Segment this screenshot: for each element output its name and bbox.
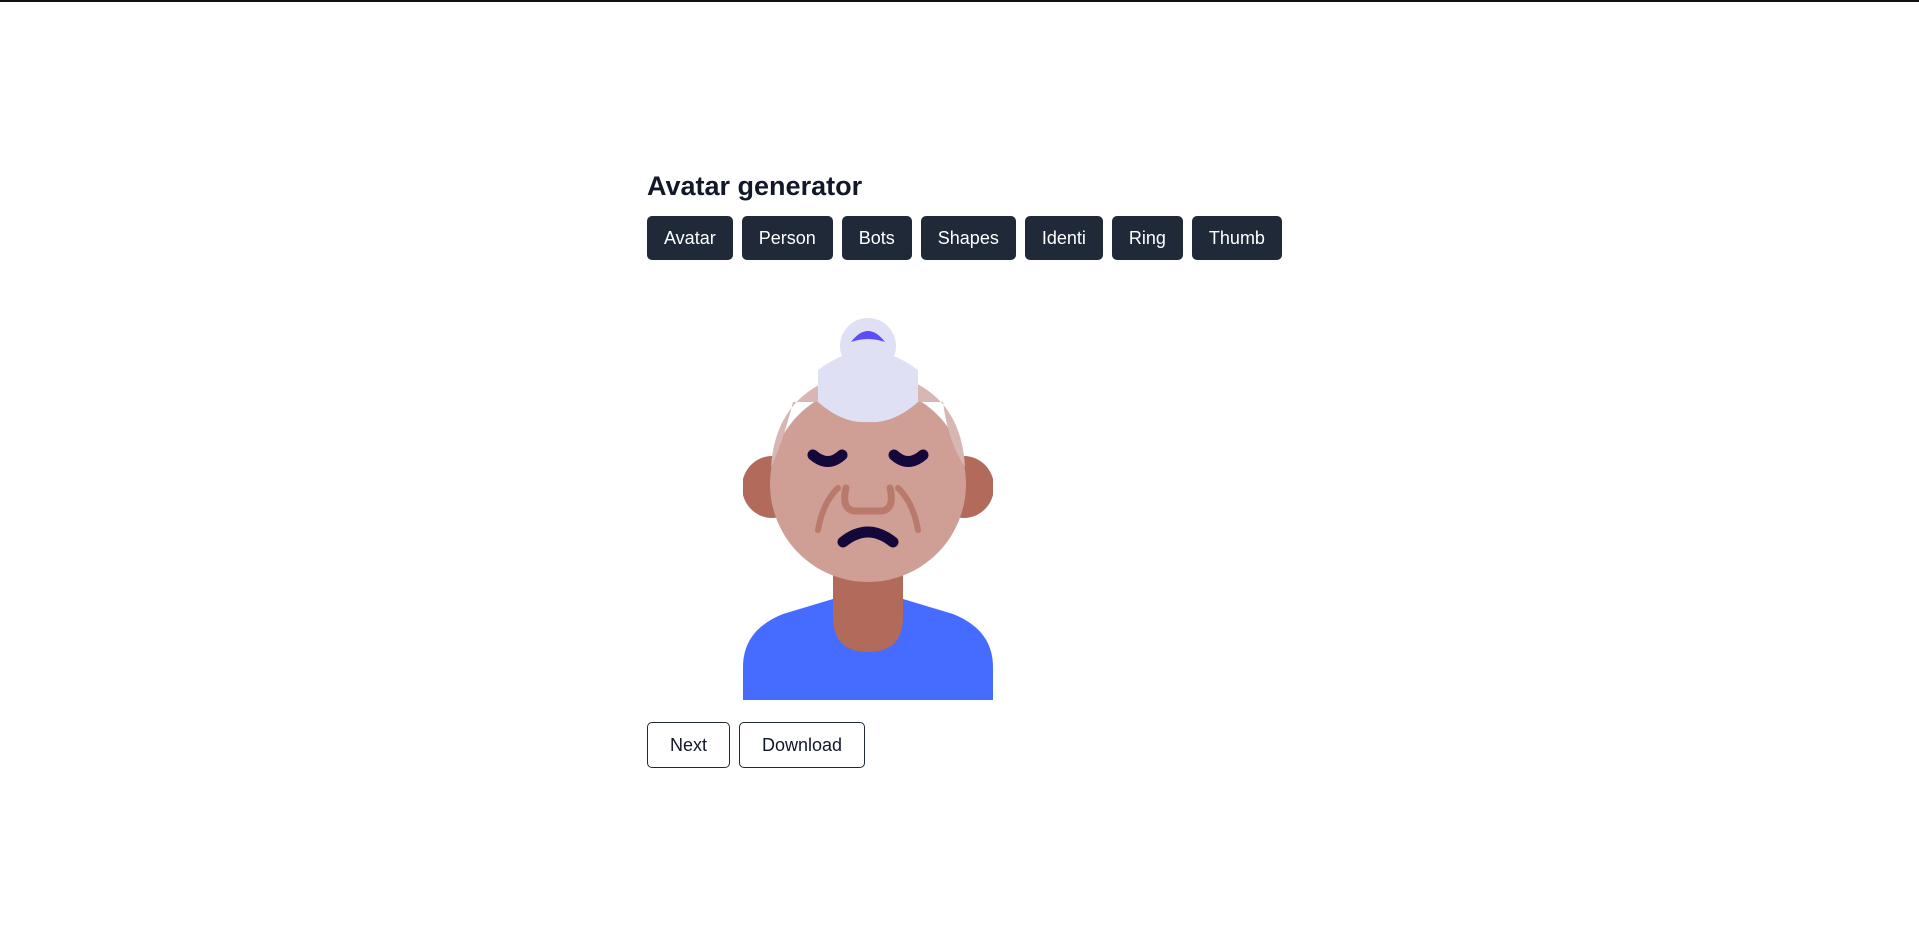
- tab-person[interactable]: Person: [741, 216, 833, 260]
- avatar-preview: [743, 312, 993, 700]
- avatar-illustration: [743, 318, 993, 700]
- tab-thumb[interactable]: Thumb: [1191, 216, 1282, 260]
- tab-identi[interactable]: Identi: [1024, 216, 1103, 260]
- next-button[interactable]: Next: [647, 722, 731, 768]
- avatar-generator-panel: Avatar generator Avatar Person Bots Shap…: [647, 168, 1347, 768]
- page-title: Avatar generator: [647, 171, 863, 201]
- download-button[interactable]: Download: [739, 722, 866, 768]
- tab-ring[interactable]: Ring: [1111, 216, 1183, 260]
- avatar-right-eye: [888, 449, 929, 467]
- avatar-left-eye: [807, 449, 848, 467]
- tab-bots[interactable]: Bots: [841, 216, 912, 260]
- window-top-border: [0, 0, 1919, 2]
- tab-shapes[interactable]: Shapes: [920, 216, 1016, 260]
- avatar-actions: Next Download: [647, 722, 1347, 768]
- avatar-hair-top: [818, 351, 918, 423]
- tab-avatar[interactable]: Avatar: [647, 216, 733, 260]
- avatar-style-tabs: Avatar Person Bots Shapes Identi Ring Th…: [647, 216, 1347, 260]
